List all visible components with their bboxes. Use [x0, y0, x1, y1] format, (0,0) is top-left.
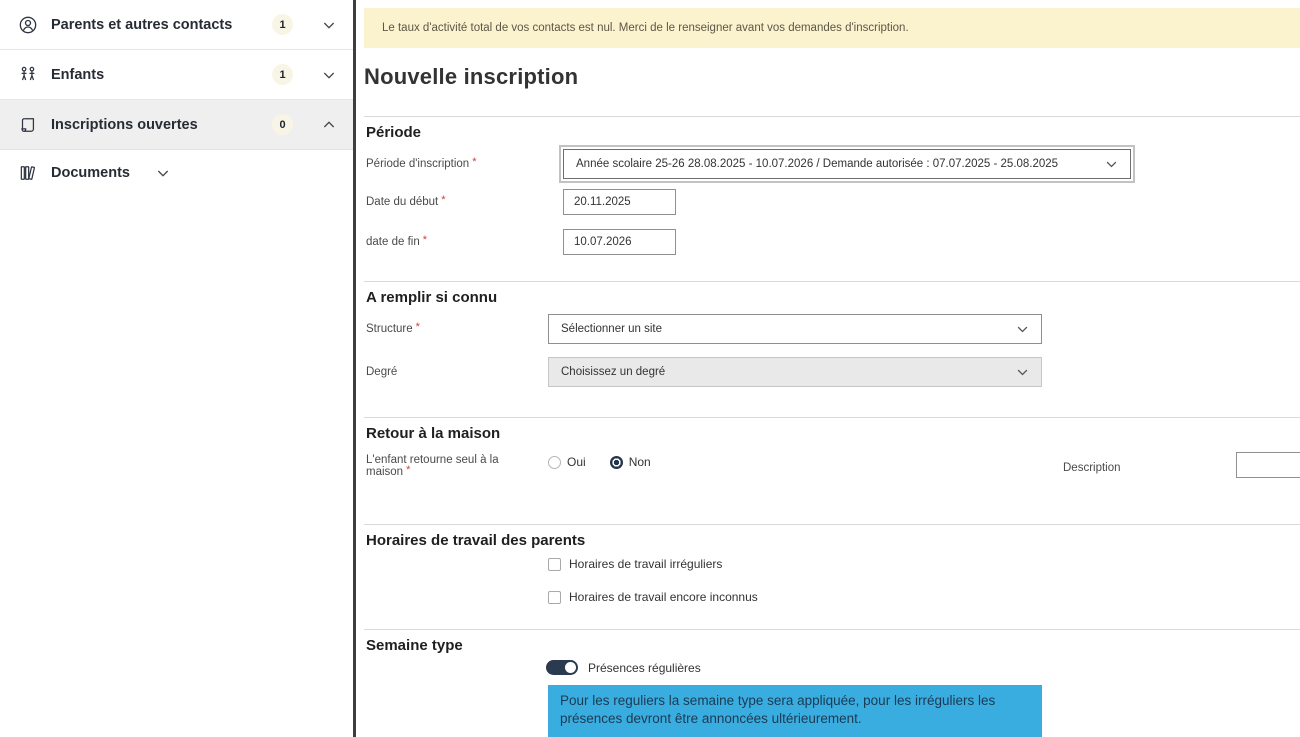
count-badge: 0 [272, 114, 293, 135]
field-label: Période d'inscription* [364, 158, 563, 170]
person-circle-icon [18, 15, 38, 35]
structure-select[interactable]: Sélectionner un site [548, 314, 1042, 344]
field-row-degre: Degré Choisissez un degré [364, 357, 1300, 387]
sidebar-item-label: Inscriptions ouvertes [51, 117, 198, 133]
chevron-down-icon [1015, 322, 1030, 337]
section-periode: Période Période d'inscription* Année sco… [364, 116, 1300, 281]
section-horaires: Horaires de travail des parents Horaires… [364, 524, 1300, 629]
required-marker: * [406, 464, 410, 476]
field-label: Date du début* [364, 196, 563, 208]
sidebar-item-parents[interactable]: Parents et autres contacts 1 [0, 0, 353, 50]
section-semaine-type: Semaine type Présences régulières Pour l… [364, 629, 1300, 737]
inscription-form: Période Période d'inscription* Année sco… [364, 116, 1300, 737]
chevron-down-icon [321, 67, 337, 83]
field-row-date-fin: date de fin* [364, 229, 1300, 255]
page-title: Nouvelle inscription [364, 64, 1300, 90]
field-label: date de fin* [364, 236, 563, 248]
date-debut-input[interactable] [563, 189, 676, 215]
description-input[interactable] [1236, 452, 1300, 478]
required-marker: * [441, 194, 445, 206]
field-row-structure: Structure* Sélectionner un site [364, 314, 1300, 344]
radio-checked-icon [610, 456, 623, 469]
section-title: Semaine type [364, 630, 1300, 654]
periode-inscription-select[interactable]: Année scolaire 25-26 28.08.2025 - 10.07.… [563, 149, 1131, 179]
warning-banner: Le taux d'activité total de vos contacts… [364, 8, 1300, 48]
field-row-periode-inscription: Période d'inscription* Année scolaire 25… [364, 149, 1300, 179]
description-label: Description [1063, 462, 1121, 474]
required-marker: * [423, 234, 427, 246]
toggle-knob [565, 662, 576, 673]
chevron-down-icon [1104, 157, 1119, 172]
checkbox-row-inconnus: Horaires de travail encore inconnus [364, 590, 1300, 604]
sidebar-item-label: Documents [51, 165, 130, 181]
field-label: Structure* [364, 323, 548, 335]
sidebar-item-label: Enfants [51, 67, 104, 83]
sidebar-item-enfants[interactable]: Enfants 1 [0, 50, 353, 100]
chevron-up-icon [321, 117, 337, 133]
required-marker: * [416, 321, 420, 333]
section-title: Horaires de travail des parents [364, 525, 1300, 549]
field-label: L'enfant retourne seul à la maison* [364, 450, 548, 478]
info-message: Pour les reguliers la semaine type sera … [548, 685, 1042, 737]
checkbox-row-irreguliers: Horaires de travail irréguliers [364, 557, 1300, 571]
field-row-date-debut: Date du début* [364, 189, 1300, 215]
sidebar-item-label: Parents et autres contacts [51, 17, 232, 33]
radio-option-oui[interactable]: Oui [548, 455, 586, 469]
date-fin-input[interactable] [563, 229, 676, 255]
count-badge: 1 [272, 14, 293, 35]
checkbox-irreguliers[interactable] [548, 558, 561, 571]
books-icon [18, 163, 38, 183]
chevron-down-icon [155, 165, 171, 181]
scroll-icon [18, 115, 38, 135]
field-row-retourne-seul: L'enfant retourne seul à la maison* Oui … [364, 450, 1300, 496]
section-retour: Retour à la maison L'enfant retourne seu… [364, 417, 1300, 524]
section-title: A remplir si connu [364, 282, 1300, 306]
section-a-remplir: A remplir si connu Structure* Sélectionn… [364, 281, 1300, 417]
retourne-seul-radio-group: Oui Non [548, 450, 651, 469]
section-title: Retour à la maison [364, 418, 1300, 442]
count-badge: 1 [272, 64, 293, 85]
main-content: Le taux d'activité total de vos contacts… [356, 0, 1300, 737]
radio-icon [548, 456, 561, 469]
degre-select[interactable]: Choisissez un degré [548, 357, 1042, 387]
children-icon [18, 65, 38, 85]
field-label: Degré [364, 366, 548, 378]
presences-toggle[interactable] [546, 660, 578, 675]
toggle-row-presences: Présences régulières [364, 660, 1300, 675]
chevron-down-icon [321, 17, 337, 33]
sidebar-item-inscriptions-ouvertes[interactable]: Inscriptions ouvertes 0 [0, 100, 353, 150]
section-title: Période [364, 117, 1300, 141]
chevron-down-icon [1015, 365, 1030, 380]
sidebar: Parents et autres contacts 1 Enfants 1 [0, 0, 353, 737]
required-marker: * [472, 156, 476, 168]
sidebar-item-documents[interactable]: Documents [0, 150, 353, 196]
radio-option-non[interactable]: Non [610, 455, 651, 469]
checkbox-inconnus[interactable] [548, 591, 561, 604]
